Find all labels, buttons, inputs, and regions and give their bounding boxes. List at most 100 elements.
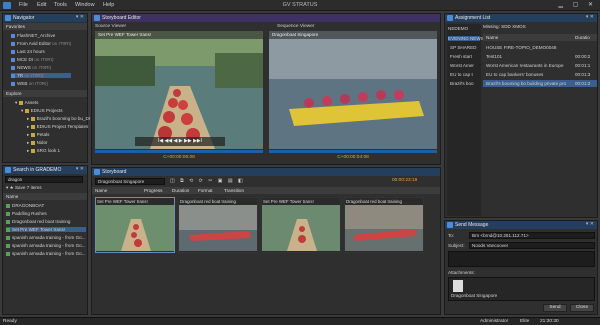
clip-icon <box>6 219 10 224</box>
column-name[interactable]: Name <box>486 35 498 40</box>
search-result-item[interactable]: spanish armada training - from Go... <box>6 243 86 248</box>
search-panel: Search in GRADEMO ▾ ✕ dragon ▾ ★ Save 7 … <box>2 165 88 315</box>
column-duration[interactable]: Duratio <box>575 35 590 40</box>
explore-item[interactable]: ▸ SRG look 1 <box>27 148 60 154</box>
panel-menu-icon[interactable]: ▾ ✕ <box>76 14 84 20</box>
favorite-item[interactable]: WEB on IT0RI) <box>11 81 48 86</box>
source-scrub-bar[interactable] <box>95 150 263 153</box>
column-transition[interactable]: Transition <box>224 188 244 193</box>
folder-icon <box>30 132 35 137</box>
favorite-item[interactable]: FlashNET_Archive <box>11 33 55 38</box>
assignment-row[interactable]: HOUSE FIRE-TOPIO_DEMO0048 <box>483 44 597 51</box>
save-search-button[interactable]: Save <box>15 185 25 190</box>
sequence-selector[interactable]: Dragonboat Singapore <box>95 178 165 185</box>
left-pane-item[interactable]: Fresh start <box>450 54 472 59</box>
favorite-item[interactable]: From Avid Editor on IT0RI) <box>11 41 71 46</box>
search-input[interactable]: dragon <box>5 176 83 183</box>
source-viewer-label: Source Viewer <box>95 24 127 29</box>
sequence-scrub-bar[interactable] <box>269 150 437 153</box>
favorite-item[interactable]: NEWS on IT0RI) <box>11 65 51 70</box>
left-pane-item[interactable]: SP SHARED <box>450 45 476 50</box>
explore-item[interactable]: ▸ Brazil's booming bo bu_DI <box>27 116 90 122</box>
navigator-panel: Navigator ▾ ✕ Favorites FlashNET_Archive… <box>2 13 90 163</box>
close-button[interactable]: Close <box>570 304 594 312</box>
sdd-filter[interactable]: SDD <box>501 24 511 29</box>
assignment-row[interactable]: Brazil's booming bo building private pro… <box>483 80 597 87</box>
xmos-filter[interactable]: XMOS <box>512 24 526 29</box>
folder-icon <box>30 140 35 145</box>
folder-icon <box>11 41 15 46</box>
left-pane-item[interactable]: Worst Amer <box>450 63 474 68</box>
storyboard-clip[interactable]: Set Pre WEF Tower trans! <box>95 197 175 253</box>
navigator-title-bar: Navigator ▾ ✕ <box>3 14 87 22</box>
favorite-item[interactable]: MCE DI on IT0RI) <box>11 57 54 62</box>
message-body[interactable] <box>448 251 595 267</box>
storyboard-clip[interactable]: Set Pre WEF Tower trans! <box>261 197 341 253</box>
left-pane-item[interactable]: EVENING NEWS <box>448 36 484 41</box>
storyboard-editor-panel: Storyboard Editor Source Viewer Sequence… <box>91 13 441 165</box>
search-column-header[interactable]: Name <box>3 193 87 200</box>
attachment-name[interactable]: Dragonboat Singapore <box>451 293 497 298</box>
storyboard-clip[interactable]: Dragonboat red boat training <box>344 197 424 253</box>
search-result-item[interactable]: spanish armada training - from Go... <box>6 235 86 240</box>
storyboard-icon <box>94 169 100 175</box>
source-viewer[interactable]: Set Pre WEF Tower trans! I◀ ◀◀ ◀ ▶ ▶▶ ▶▶… <box>95 31 263 149</box>
window-controls[interactable]: ▁ ▢ ✕ <box>558 1 597 8</box>
to-field[interactable]: Brn <brnd@10.251.112.71> <box>469 232 595 239</box>
missing-filter[interactable]: Missing: <box>483 24 500 29</box>
panel-menu-icon[interactable]: ▾ ✕ <box>586 221 594 227</box>
storyboard-editor-title: Storyboard Editor <box>102 15 141 21</box>
assignment-list-panel: Assignment List ▾ ✕ NEDEMO EVENING NEWS … <box>444 13 598 218</box>
search-toolbar: ▾ ★ Save 7 items <box>6 185 42 191</box>
sequence-viewer[interactable]: Dragonboat Singapore <box>269 31 437 149</box>
panel-menu-icon[interactable]: ▾ ✕ <box>76 166 84 172</box>
storyboard-panel: Storyboard Dragonboat Singapore ◫ ⧉ ⟲ ⟳ … <box>91 167 441 315</box>
search-result-item[interactable]: Dragonboat red boat training <box>6 219 70 224</box>
send-button[interactable]: Send <box>543 304 567 312</box>
app-title: GV STRATUS <box>282 2 318 8</box>
source-clip-name: Set Pre WEF Tower trans! <box>98 32 152 37</box>
sequence-timecode: C+00:00:04:08 <box>337 155 369 160</box>
sequence-viewer-label: Sequence Viewer <box>277 24 315 29</box>
left-pane-item[interactable]: EU to cap t <box>450 72 473 77</box>
transport-controls[interactable]: I◀ ◀◀ ◀ ▶ ▶▶ ▶▶I <box>135 137 225 146</box>
assignment-row[interactable]: EU to cap bankers' bonuses 00:01:3 <box>483 71 597 78</box>
explore-item[interactable]: ▾ Assets <box>15 100 38 106</box>
column-format[interactable]: Format <box>198 188 213 193</box>
clip-thumbnail <box>345 205 423 251</box>
subject-field[interactable]: Noods Vancoover <box>469 242 595 249</box>
favorites-header[interactable]: Favorites <box>3 23 87 30</box>
assignment-filter-bar: Missing: SDD XMOS <box>483 24 526 29</box>
column-name[interactable]: Name <box>95 188 107 193</box>
folder-icon <box>11 81 15 86</box>
clip-icon <box>6 227 10 232</box>
panel-menu-icon[interactable]: ▾ ✕ <box>586 14 594 20</box>
send-message-title: Send Message <box>455 222 489 228</box>
navigator-icon <box>5 15 11 21</box>
search-result-item[interactable]: Set Pre WEF Tower trans! <box>6 227 86 232</box>
explore-header[interactable]: Explore <box>3 90 87 97</box>
favorite-item[interactable]: TR on IT0RI) <box>11 73 71 78</box>
search-result-item[interactable]: DRAGONBOAT <box>6 203 44 208</box>
folder-icon <box>30 124 35 129</box>
column-duration[interactable]: Duration <box>172 188 189 193</box>
storyboard-toolbar-icons[interactable]: ◫ ⧉ ⟲ ⟳ ✂ ▣ ▤ ◧ <box>170 178 245 184</box>
storyboard-clip[interactable]: Dragonboat red boat training <box>178 197 258 253</box>
folder-icon <box>11 57 15 62</box>
user-role: Elite <box>520 319 530 324</box>
left-pane-item[interactable]: Brazil's boo <box>450 81 474 86</box>
search-filter-icon[interactable]: ▾ ★ <box>6 185 14 190</box>
assignment-row[interactable]: Worst American restaurants in Europe 00:0… <box>483 62 597 69</box>
search-result-item[interactable]: Paddling Rushes <box>6 211 47 216</box>
folder-icon <box>30 116 35 121</box>
column-progress[interactable]: Progress <box>144 188 162 193</box>
explore-item[interactable]: ▸ Petals <box>27 132 49 138</box>
document-icon[interactable] <box>453 280 463 292</box>
explore-item[interactable]: ▸ Nidor <box>27 140 48 146</box>
explore-item[interactable]: ▸ EDIUS Project Templates <box>27 124 88 130</box>
clip-thumbnail <box>179 205 257 251</box>
assignment-row[interactable]: Test101 00:00:2 <box>483 53 597 60</box>
favorite-item[interactable]: Last 24 hours <box>11 49 45 54</box>
explore-item[interactable]: ▾ EDIUS Projects <box>21 108 63 114</box>
search-result-item[interactable]: spanish armada training - from Go... <box>6 251 86 256</box>
